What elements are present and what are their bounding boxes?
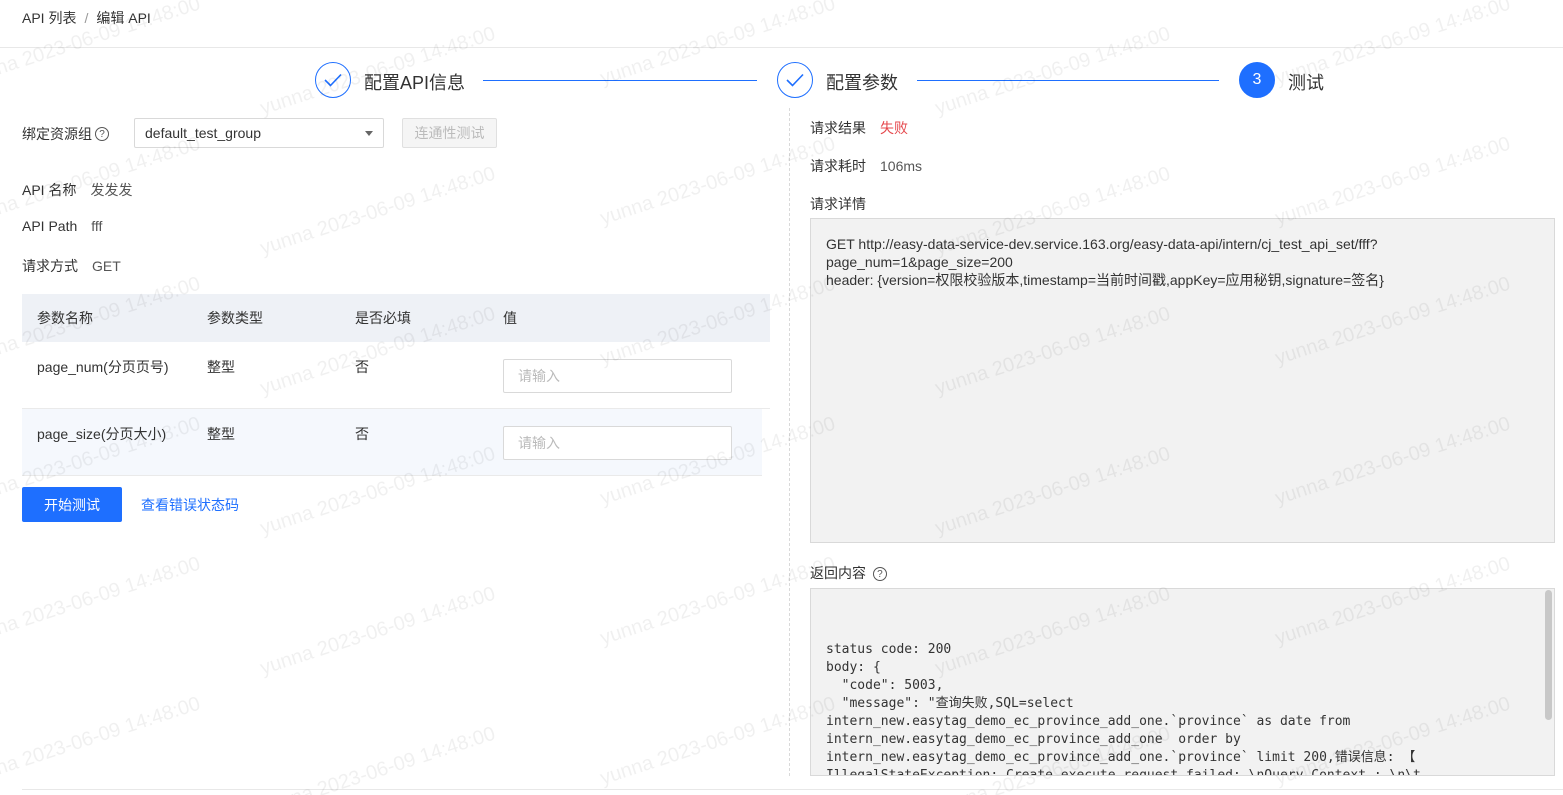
breadcrumb-current: 编辑 API: [96, 10, 151, 26]
watermark-text: yunna 2023-06-09 14:48:00: [1272, 132, 1513, 230]
response-text: status code: 200 body: { "code": 5003, "…: [826, 642, 1421, 776]
watermark-text: yunna 2023-06-09 14:48:00: [257, 582, 498, 680]
step-1-label: 配置API信息: [364, 73, 466, 93]
step-2-check-icon: [777, 62, 813, 98]
method-value: GET: [92, 258, 121, 274]
step-1-connector: [483, 80, 757, 81]
param-required: 否: [355, 426, 369, 442]
api-path-value: fff: [91, 218, 103, 234]
param-name: page_size(分页大小): [37, 426, 167, 442]
watermark-text: yunna 2023-06-09 14:48:00: [0, 552, 203, 650]
step-2-label: 配置参数: [826, 73, 898, 93]
response-content-box[interactable]: status code: 200 body: { "code": 5003, "…: [810, 588, 1555, 776]
params-table: 参数名称 参数类型 是否必填 值 page_num(分页页号) 整型 否 pag…: [22, 294, 770, 476]
step-3-label: 测试: [1288, 73, 1324, 93]
col-header-required: 是否必填: [355, 310, 411, 326]
view-error-codes-link[interactable]: 查看错误状态码: [141, 495, 239, 515]
table-row: page_size(分页大小) 整型 否: [22, 409, 762, 476]
api-name-row: API 名称 发发发: [22, 180, 132, 200]
method-row: 请求方式 GET: [22, 256, 121, 276]
param-required: 否: [355, 359, 369, 375]
result-status-badge: 失败: [880, 120, 908, 136]
response-label: 返回内容: [810, 565, 866, 581]
resource-group-value: default_test_group: [145, 125, 261, 141]
watermark-text: yunna 2023-06-09 14:48:00: [0, 692, 203, 790]
result-label: 请求结果: [810, 120, 866, 136]
duration-value: 106ms: [880, 158, 923, 174]
question-icon[interactable]: ?: [872, 567, 887, 582]
breadcrumb-parent-link[interactable]: API 列表: [22, 10, 76, 26]
param-value-input[interactable]: [503, 426, 732, 460]
response-scrollbar[interactable]: [1545, 590, 1552, 720]
start-test-button[interactable]: 开始测试: [22, 487, 122, 522]
breadcrumb-separator: /: [84, 10, 89, 26]
watermark-text: yunna 2023-06-09 14:48:00: [597, 552, 838, 650]
param-type: 整型: [207, 426, 235, 442]
breadcrumb: API 列表 / 编辑 API: [22, 8, 151, 28]
caret-down-icon: [365, 130, 373, 136]
watermark-text: yunna 2023-06-09 14:48:00: [597, 132, 838, 230]
duration-row: 请求耗时 106ms: [810, 156, 922, 176]
watermark-text: yunna 2023-06-09 14:48:00: [597, 692, 838, 790]
api-path-row: API Path fff: [22, 218, 102, 234]
api-name-value: 发发发: [90, 182, 133, 198]
resource-group-select[interactable]: default_test_group: [134, 118, 384, 148]
table-row: page_num(分页页号) 整型 否: [22, 342, 770, 409]
response-label-row: 返回内容 ?: [810, 563, 887, 583]
step-1-check-icon: [315, 62, 351, 98]
detail-label: 请求详情: [810, 196, 866, 212]
top-divider: [0, 47, 1563, 48]
param-type: 整型: [207, 359, 235, 375]
duration-label: 请求耗时: [810, 158, 866, 174]
bottom-divider: [22, 789, 1563, 790]
question-icon[interactable]: ?: [95, 127, 109, 141]
request-detail-box[interactable]: GET http://easy-data-service-dev.service…: [810, 218, 1555, 543]
param-value-input[interactable]: [503, 359, 732, 393]
stepper: 配置API信息 配置参数 3 测试: [0, 62, 1563, 98]
result-row: 请求结果 失败: [810, 118, 908, 138]
col-header-name: 参数名称: [37, 310, 93, 326]
step-3-number: 3: [1239, 62, 1275, 98]
col-header-type: 参数类型: [207, 310, 263, 326]
api-path-label: API Path: [22, 218, 78, 234]
api-name-label: API 名称: [22, 182, 77, 198]
params-table-header: 参数名称 参数类型 是否必填 值: [22, 294, 770, 342]
pane-divider: [789, 108, 790, 776]
connectivity-test-button[interactable]: 连通性测试: [402, 118, 497, 148]
col-header-value: 值: [503, 310, 517, 326]
method-label: 请求方式: [22, 258, 78, 274]
step-2-connector: [917, 80, 1219, 81]
watermark-text: yunna 2023-06-09 14:48:00: [257, 162, 498, 260]
resource-group-row: 绑定资源组 ?: [22, 124, 109, 144]
resource-group-label: 绑定资源组: [22, 126, 92, 142]
watermark-text: yunna 2023-06-09 14:48:00: [257, 722, 498, 795]
param-name: page_num(分页页号): [37, 359, 169, 375]
